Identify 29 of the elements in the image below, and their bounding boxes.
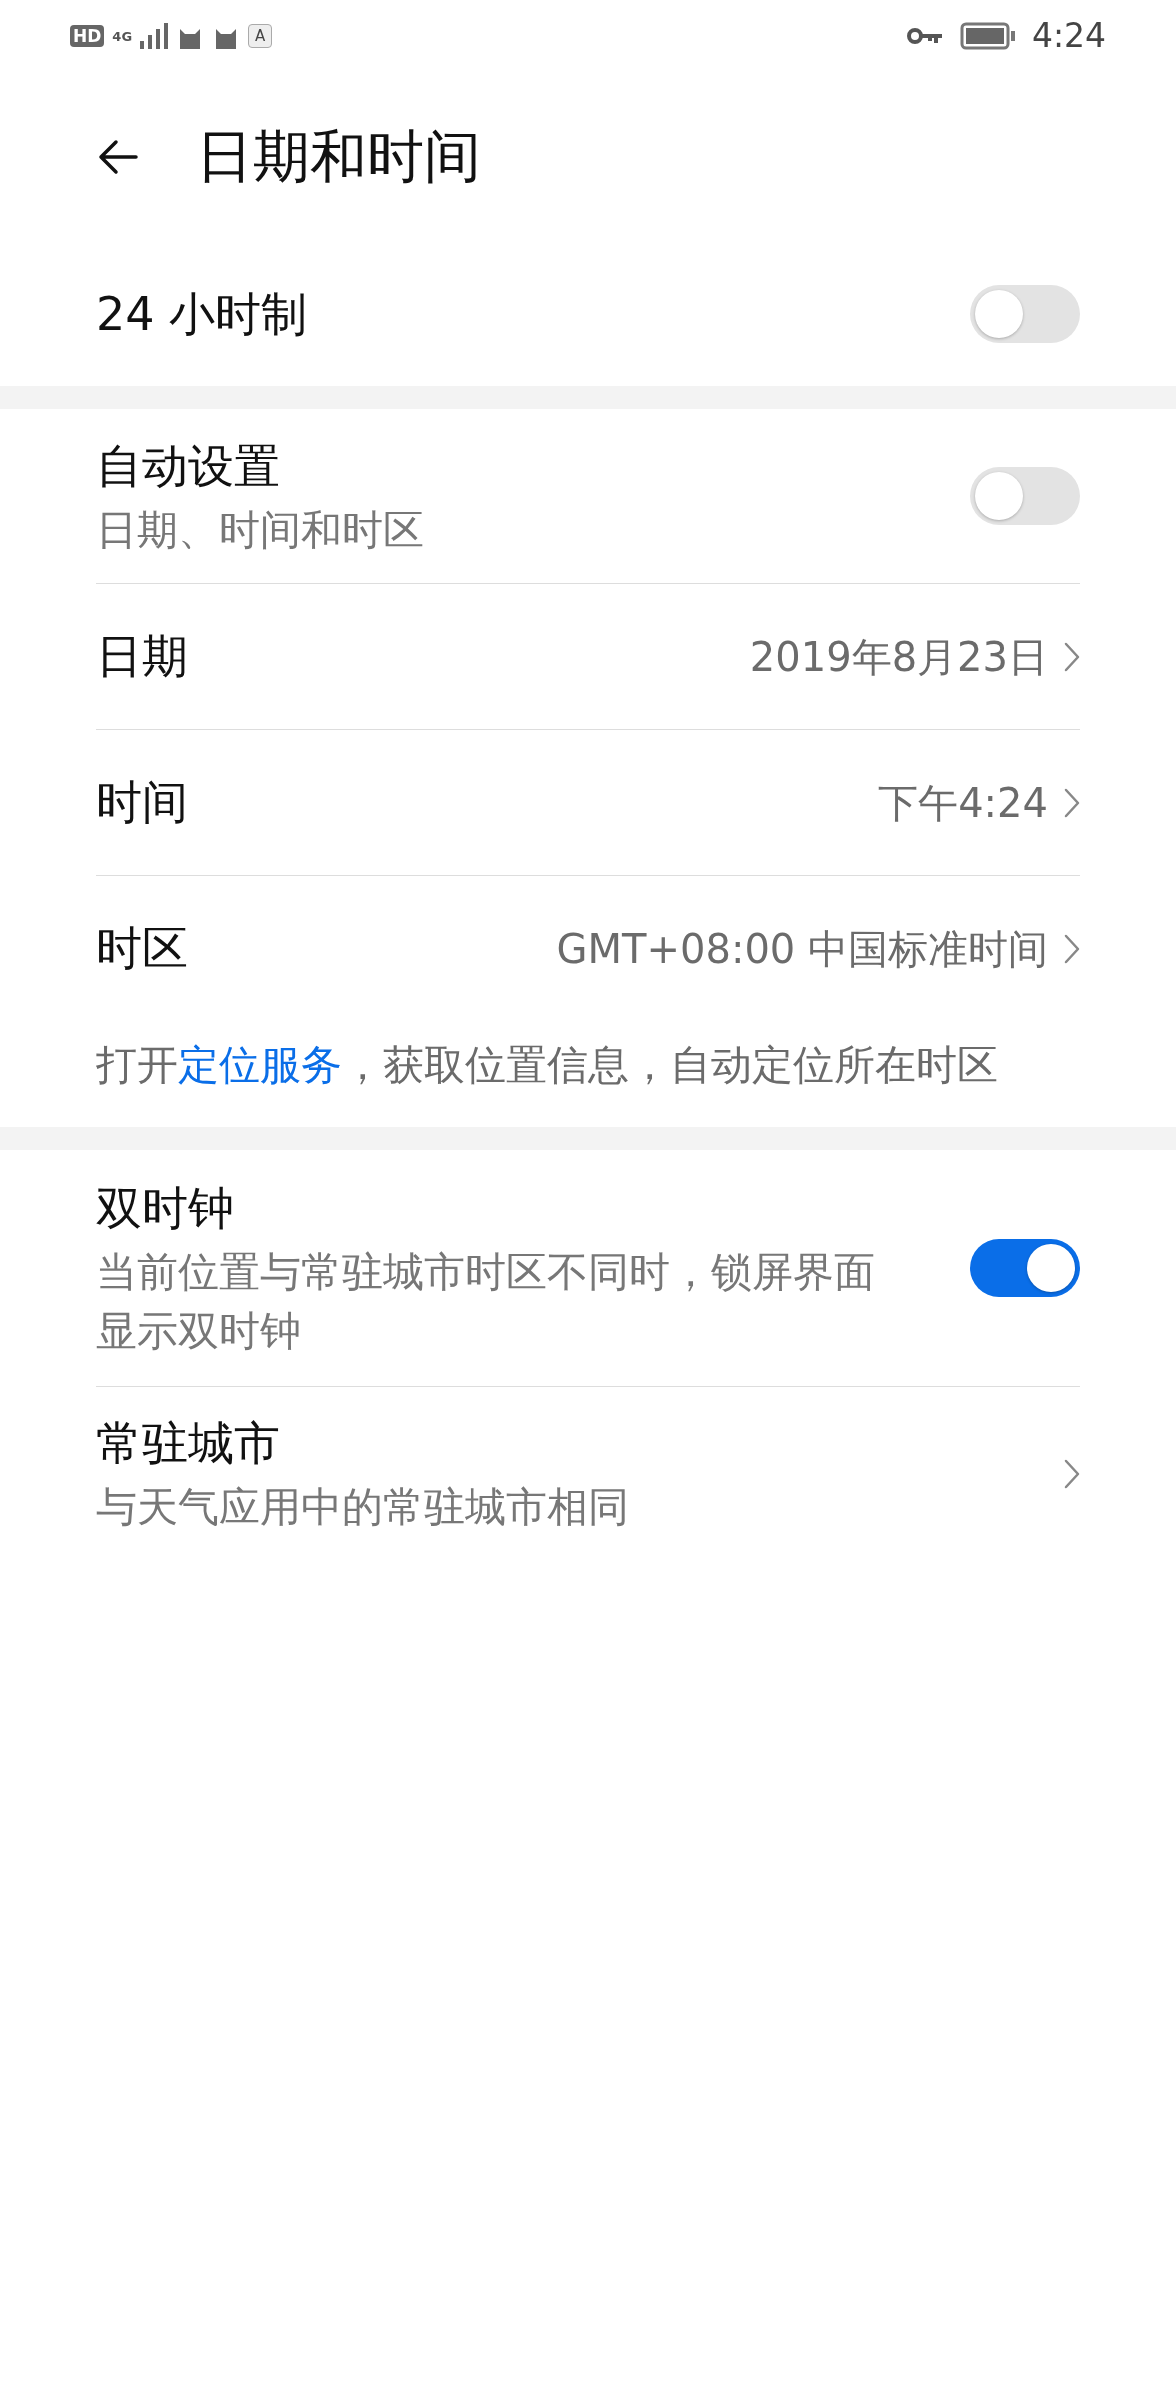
setting-label: 自动设置 — [96, 437, 281, 495]
hd-badge: HD — [70, 24, 105, 48]
chevron-right-icon — [1064, 933, 1080, 964]
setting-label: 时区 — [96, 920, 188, 977]
signal-icon — [140, 23, 169, 49]
setting-label: 24 小时制 — [96, 285, 308, 343]
key-icon — [905, 26, 944, 46]
setting-label: 时间 — [96, 774, 188, 831]
network-label: 4G — [112, 29, 133, 43]
battery-icon — [959, 22, 1016, 50]
setting-label: 常驻城市 — [96, 1415, 281, 1473]
keyboard-badge: A — [248, 23, 273, 49]
toggle-switch[interactable] — [970, 1238, 1080, 1297]
back-button[interactable] — [98, 139, 138, 175]
chevron-right-icon — [1064, 641, 1080, 672]
setting-description: 日期、时间和时区 — [96, 504, 424, 556]
setting-value: GMT+08:00 中国标准时间 — [556, 924, 1048, 974]
setting-value: 下午4:24 — [878, 778, 1048, 828]
location-service-link[interactable]: 定位服务 — [178, 1041, 342, 1089]
clock-time: 4:24 — [1031, 15, 1106, 58]
setting-label: 双时钟 — [96, 1179, 235, 1237]
chevron-right-icon — [1064, 787, 1080, 818]
location-hint: 打开定位服务，获取位置信息，自动定位所在时区 — [96, 1040, 999, 1091]
setting-description: 与天气应用中的常驻城市相同 — [96, 1482, 629, 1534]
setting-label: 日期 — [96, 628, 188, 685]
setting-description: 当前位置与常驻城市时区不同时，锁屏界面显示双时钟 — [96, 1246, 876, 1357]
page-title: 日期和时间 — [196, 122, 481, 192]
chevron-right-icon — [1064, 1458, 1080, 1489]
setting-value: 2019年8月23日 — [749, 632, 1048, 682]
